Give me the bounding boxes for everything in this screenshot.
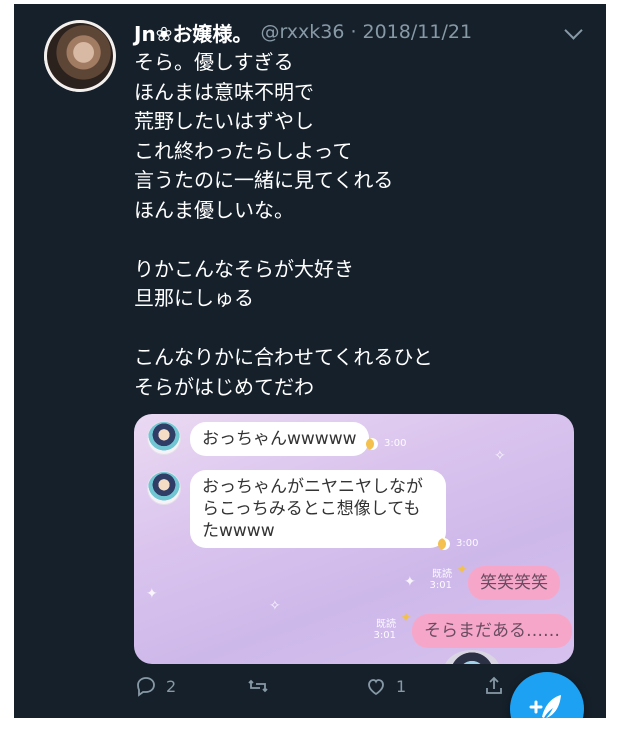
compose-icon — [529, 695, 561, 718]
read-time: 3:01 — [373, 630, 396, 641]
tweet-line: ほんまは意味不明で — [134, 79, 314, 104]
tweet-line: そらがはじめてだわ — [134, 374, 314, 399]
tweet-actions: 2 1 — [134, 674, 554, 706]
read-status: 既読 — [376, 619, 396, 630]
message-time: 3:00 — [456, 538, 479, 549]
tweet-line: こんなりかに合わせてくれるひと — [134, 345, 433, 369]
handle-date[interactable]: @rxxk36 · 2018/11/21 — [260, 21, 472, 43]
tweet-line: これ終わったらしよって — [134, 138, 353, 163]
chat-bubble-incoming: おっちゃんwwwww — [190, 422, 369, 456]
tweet-line — [134, 225, 574, 255]
chat-avatar — [148, 472, 180, 504]
chat-bubble-incoming: おっちゃんがニヤニヤしながらこっちみるとこ想像してもたwwww — [190, 470, 446, 548]
sparkle-decoration: ✧ — [494, 448, 506, 464]
message-time: 3:00 — [384, 438, 407, 449]
reply-button[interactable]: 2 — [134, 674, 176, 698]
sparkle-decoration: ✧ — [269, 598, 281, 614]
chat-bubble-outgoing: 笑笑笑笑 — [468, 566, 560, 600]
tweet-header: Jn❀お嬢様。 @rxxk36 · 2018/11/21 — [134, 18, 583, 47]
tweet-media-image[interactable]: ✦ ✧ ✦ ✧ ✦ おっちゃんwwwww 3:00 おっちゃんがニヤニヤしながら… — [134, 414, 574, 664]
like-icon — [368, 679, 384, 696]
read-time: 3:01 — [429, 580, 452, 591]
tweet-line: 旦那にしゅる — [134, 286, 254, 310]
chat-avatar — [148, 422, 180, 454]
moon-icon — [438, 538, 450, 550]
chevron-down-icon[interactable] — [564, 21, 583, 40]
display-name[interactable]: Jn❀お嬢様。 — [134, 18, 252, 47]
chat-bubble-outgoing: そらまだある…… — [412, 614, 572, 648]
tweet-line: そら。優しすぎる — [134, 50, 294, 74]
share-icon — [486, 676, 502, 694]
avatar[interactable] — [44, 20, 116, 92]
reply-icon — [137, 677, 155, 697]
read-receipt: 既読 3:01 — [414, 569, 452, 591]
share-button[interactable] — [482, 674, 506, 698]
read-status: 既読 — [432, 569, 452, 580]
tweet-line — [134, 314, 574, 344]
like-button[interactable]: 1 — [364, 674, 406, 698]
tweet-line: りかこんなそらが大好き — [134, 256, 354, 281]
read-receipt: 既読 3:01 — [358, 619, 396, 641]
tweet-detail-screen: Jn❀お嬢様。 @rxxk36 · 2018/11/21 そら。優しすぎる ほん… — [14, 4, 606, 718]
like-count: 1 — [396, 676, 407, 696]
star-decoration: ✦ — [400, 610, 412, 626]
retweet-icon — [248, 679, 268, 693]
tweet-text: そら。優しすぎる ほんまは意味不明で 荒野したいはずやし これ終わったらしよって… — [134, 48, 574, 402]
star-decoration: ✦ — [456, 562, 468, 578]
moon-icon — [366, 438, 378, 450]
retweet-button[interactable] — [246, 674, 278, 698]
tweet-line: 言うたのに一緒に見てくれる — [134, 168, 394, 192]
tweet-line: ほんま優しいな。 — [134, 197, 294, 222]
chat-sticker — [444, 650, 500, 664]
tweet-line: 荒野したいはずやし — [134, 109, 314, 133]
sparkle-decoration: ✦ — [146, 586, 158, 602]
reply-count: 2 — [166, 676, 177, 696]
